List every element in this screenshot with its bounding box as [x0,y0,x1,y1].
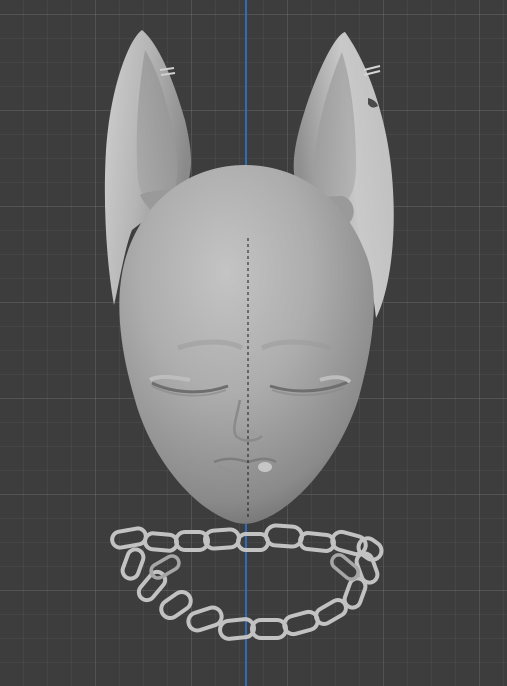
3d-viewport[interactable] [0,0,507,686]
sculpt-model[interactable] [0,0,507,686]
chain-mesh[interactable] [110,523,385,641]
head-mesh[interactable] [119,165,374,524]
